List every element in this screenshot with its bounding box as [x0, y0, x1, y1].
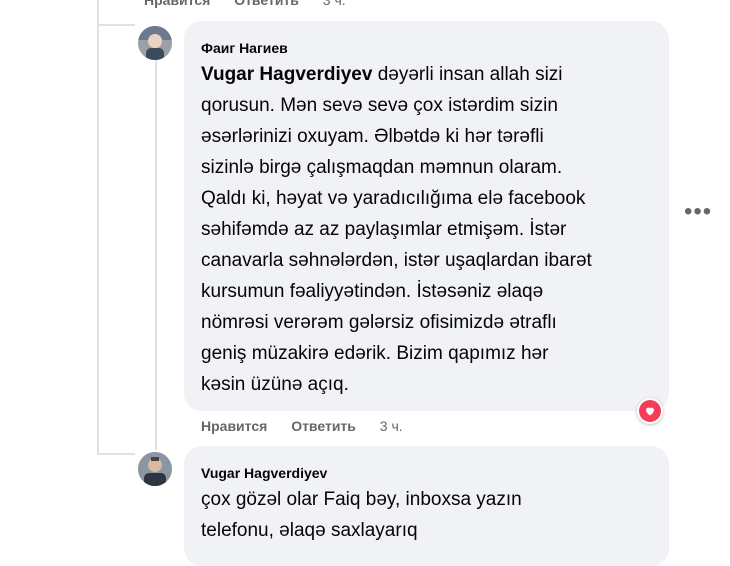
comment-text: Vugar Hagverdiyev dəyərli insan allah si… [201, 59, 661, 400]
reply-bubble: Vugar Hagverdiyev çox gözəl olar Faiq bə… [184, 446, 669, 566]
avatar-photo-icon [138, 26, 172, 60]
mention-link[interactable]: Vugar Hagverdiyev [201, 64, 372, 85]
comment-actions: Нравится Ответить 3 ч. [201, 418, 423, 434]
thread-line-inner [155, 60, 157, 450]
heart-icon [646, 407, 654, 416]
reply-author[interactable]: Vugar Hagverdiyev [201, 464, 327, 482]
like-link[interactable]: Нравится [201, 418, 267, 434]
reaction-badge[interactable] [637, 398, 663, 424]
prev-comment-actions: Нравится Ответить 3 ч. [144, 0, 366, 8]
reply-link[interactable]: Ответить [234, 0, 299, 8]
comment-author[interactable]: Фаиг Нагиев [201, 39, 288, 57]
timestamp[interactable]: 3 ч. [380, 418, 403, 434]
reply-avatar[interactable] [138, 452, 172, 486]
comment-body: dəyərli insan allah sizi qorusun. Mən se… [201, 64, 592, 395]
reply-text: çox gözəl olar Faiq bəy, inboxsa yazın t… [201, 489, 522, 541]
timestamp[interactable]: 3 ч. [323, 0, 346, 8]
like-link[interactable]: Нравится [144, 0, 210, 8]
avatar-photo-icon [138, 452, 172, 486]
thread-line-elbow [97, 24, 135, 26]
more-options-icon[interactable]: ••• [684, 198, 712, 226]
reply-link[interactable]: Ответить [291, 418, 356, 434]
thread-line-elbow-2 [97, 453, 135, 455]
thread-line-outer [97, 0, 99, 455]
avatar[interactable] [138, 26, 172, 60]
comment-bubble: Фаиг Нагиев Vugar Hagverdiyev dəyərli in… [184, 21, 669, 411]
